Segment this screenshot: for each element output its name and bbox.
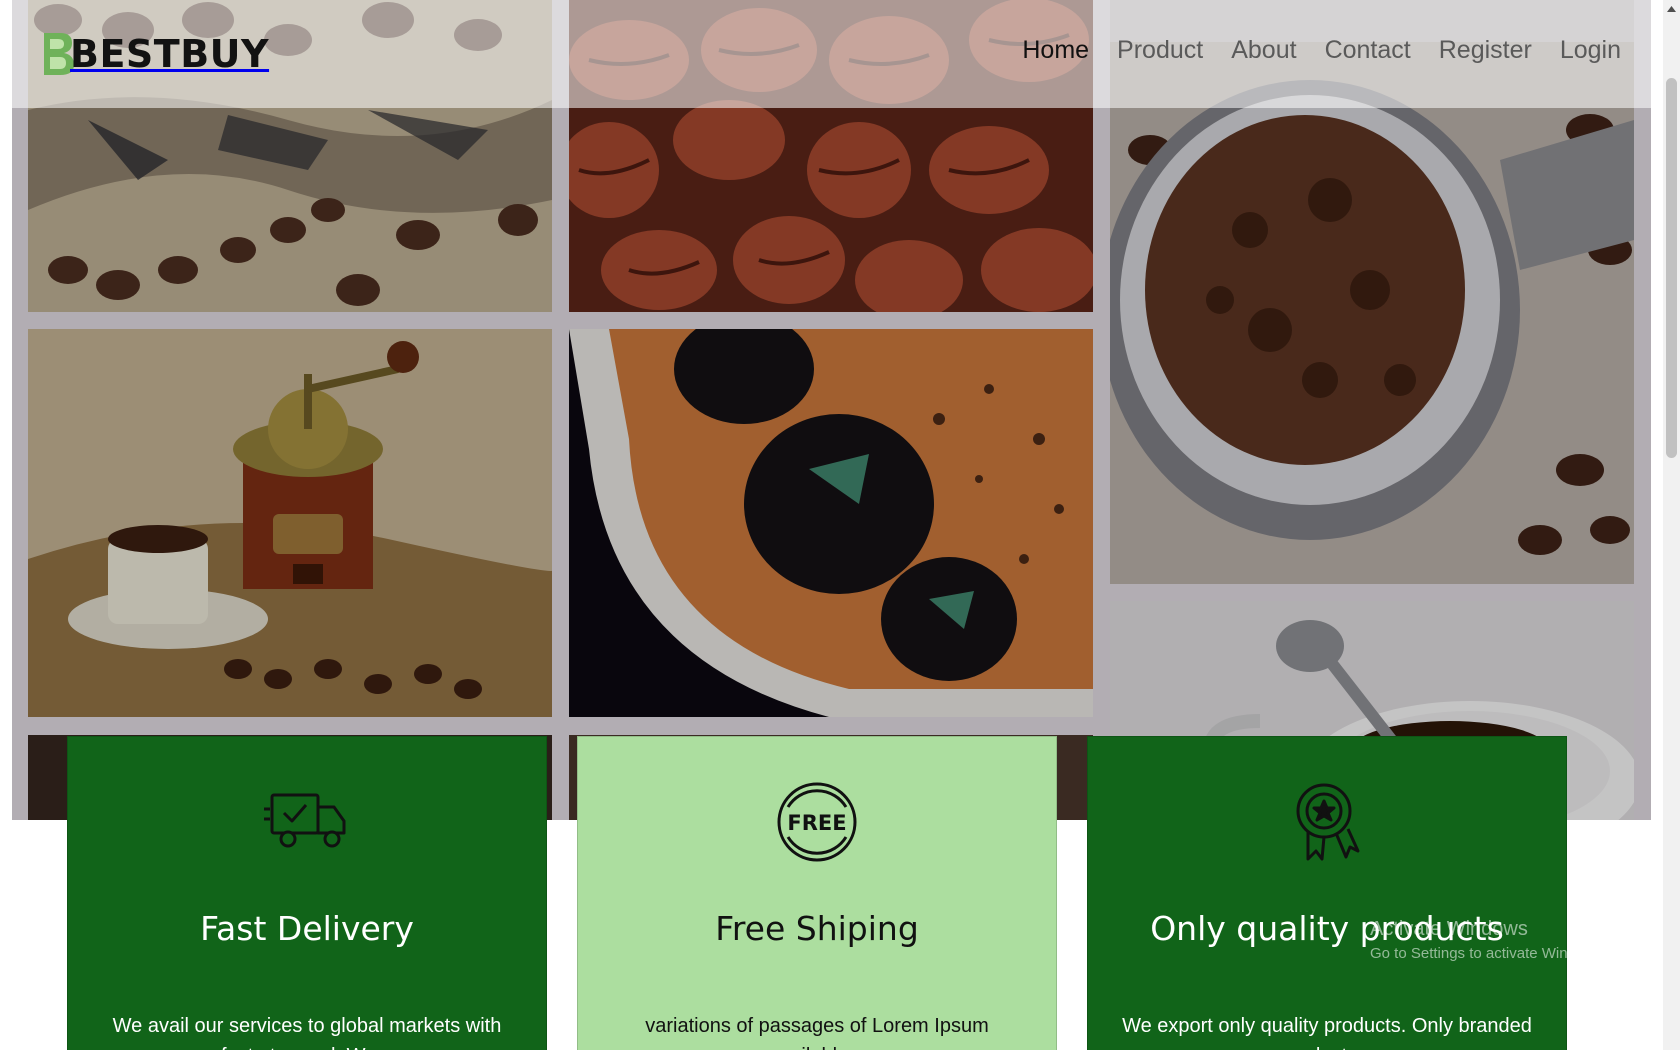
feature-title: Fast Delivery [200, 909, 414, 948]
scroll-up-arrow-icon[interactable] [1663, 0, 1680, 17]
feature-card-free-shipping: FREE Free Shiping variations of passages… [577, 736, 1057, 1050]
nav-contact[interactable]: Contact [1325, 36, 1411, 65]
feature-card-fast-delivery: Fast Delivery We avail our services to g… [67, 736, 547, 1050]
feature-description: We avail our services to global markets … [112, 1015, 502, 1050]
nav-register[interactable]: Register [1439, 36, 1532, 65]
feature-description: We export only quality products. Only br… [1122, 1015, 1532, 1050]
windows-activation-watermark: Activate Windows Go to Settings to activ… [1370, 918, 1607, 962]
svg-text:FREE: FREE [787, 811, 846, 835]
brand-logo[interactable]: BESTBUY [40, 30, 269, 78]
watermark-title: Activate Windows [1370, 918, 1528, 940]
free-badge-icon: FREE [777, 782, 857, 862]
delivery-truck-icon [264, 793, 346, 848]
feature-title: Free Shiping [715, 909, 919, 948]
brand-name: BESTBUY [70, 32, 270, 76]
espresso-crema-photo [569, 329, 1093, 717]
nav-home[interactable]: Home [1022, 36, 1089, 65]
nav-about[interactable]: About [1231, 36, 1296, 65]
award-ribbon-icon [1296, 783, 1360, 861]
main-nav: Home Product About Contact Register Logi… [1022, 36, 1621, 65]
feature-description: variations of passages of Lorem Ipsum av… [645, 1015, 989, 1050]
hero-gallery [12, 0, 1651, 820]
scrollbar-thumb[interactable] [1666, 78, 1677, 458]
nav-login[interactable]: Login [1560, 36, 1621, 65]
nav-product[interactable]: Product [1117, 36, 1203, 65]
watermark-subtitle: Go to Settings to activate Windows. [1370, 945, 1607, 962]
feature-card-quality-products: Only quality products We export only qua… [1087, 736, 1567, 1050]
coffee-grinder-photo [28, 329, 552, 717]
navbar: BESTBUY Home Product About Contact Regis… [12, 0, 1651, 108]
page-scrollbar[interactable] [1663, 0, 1680, 1050]
